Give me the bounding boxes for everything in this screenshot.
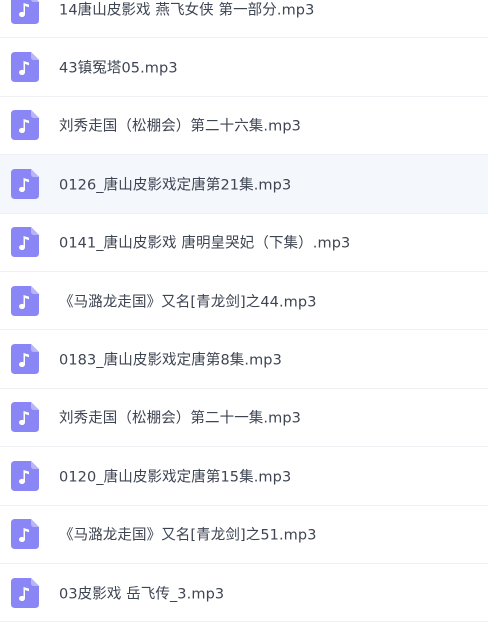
music-file-icon [11, 577, 39, 608]
file-name: 《马潞龙走国》又名[青龙剑]之51.mp3 [59, 527, 317, 544]
file-row[interactable]: 0183_唐山皮影戏定唐第8集.mp3 [0, 330, 488, 389]
file-name: 刘秀走国（松棚会）第二十一集.mp3 [59, 410, 301, 427]
music-file-icon [11, 168, 39, 199]
file-row-selected[interactable]: 0126_唐山皮影戏定唐第21集.mp3 [0, 155, 488, 214]
file-name: 《马潞龙走国》又名[青龙剑]之44.mp3 [59, 294, 317, 311]
file-name: 0141_唐山皮影戏 唐明皇哭妃（下集）.mp3 [59, 235, 351, 252]
music-file-icon [11, 460, 39, 491]
music-file-icon [11, 519, 39, 550]
file-row[interactable]: 刘秀走国（松棚会）第二十一集.mp3 [0, 389, 488, 448]
music-file-icon [11, 227, 39, 258]
file-name: 刘秀走国（松棚会）第二十六集.mp3 [59, 118, 301, 135]
file-name: 0126_唐山皮影戏定唐第21集.mp3 [59, 177, 292, 194]
file-row[interactable]: 《马潞龙走国》又名[青龙剑]之51.mp3 [0, 506, 488, 564]
file-row[interactable]: 43镇冤塔05.mp3 [0, 38, 488, 97]
file-row[interactable]: 刘秀走国（松棚会）第二十六集.mp3 [0, 97, 488, 156]
music-file-icon [11, 0, 39, 24]
file-row[interactable]: 0120_唐山皮影戏定唐第15集.mp3 [0, 447, 488, 506]
file-name: 03皮影戏 岳飞传_3.mp3 [59, 586, 225, 603]
file-row[interactable]: 03皮影戏 岳飞传_3.mp3 [0, 564, 488, 622]
music-file-icon [11, 110, 39, 141]
file-name: 0183_唐山皮影戏定唐第8集.mp3 [59, 352, 282, 369]
file-name: 0120_唐山皮影戏定唐第15集.mp3 [59, 469, 292, 486]
music-file-icon [11, 285, 39, 316]
file-row[interactable]: 14唐山皮影戏 燕飞女侠 第一部分.mp3 [0, 0, 488, 39]
file-row[interactable]: 0141_唐山皮影戏 唐明皇哭妃（下集）.mp3 [0, 214, 488, 272]
file-list: 14唐山皮影戏 燕飞女侠 第一部分.mp3 43镇冤塔05.mp3 刘秀走国（松… [0, 0, 488, 622]
music-file-icon [11, 52, 39, 83]
file-row[interactable]: 《马潞龙走国》又名[青龙剑]之44.mp3 [0, 272, 488, 331]
music-file-icon [11, 402, 39, 433]
file-name: 43镇冤塔05.mp3 [59, 60, 178, 77]
music-file-icon [11, 344, 39, 375]
file-name: 14唐山皮影戏 燕飞女侠 第一部分.mp3 [59, 2, 315, 19]
